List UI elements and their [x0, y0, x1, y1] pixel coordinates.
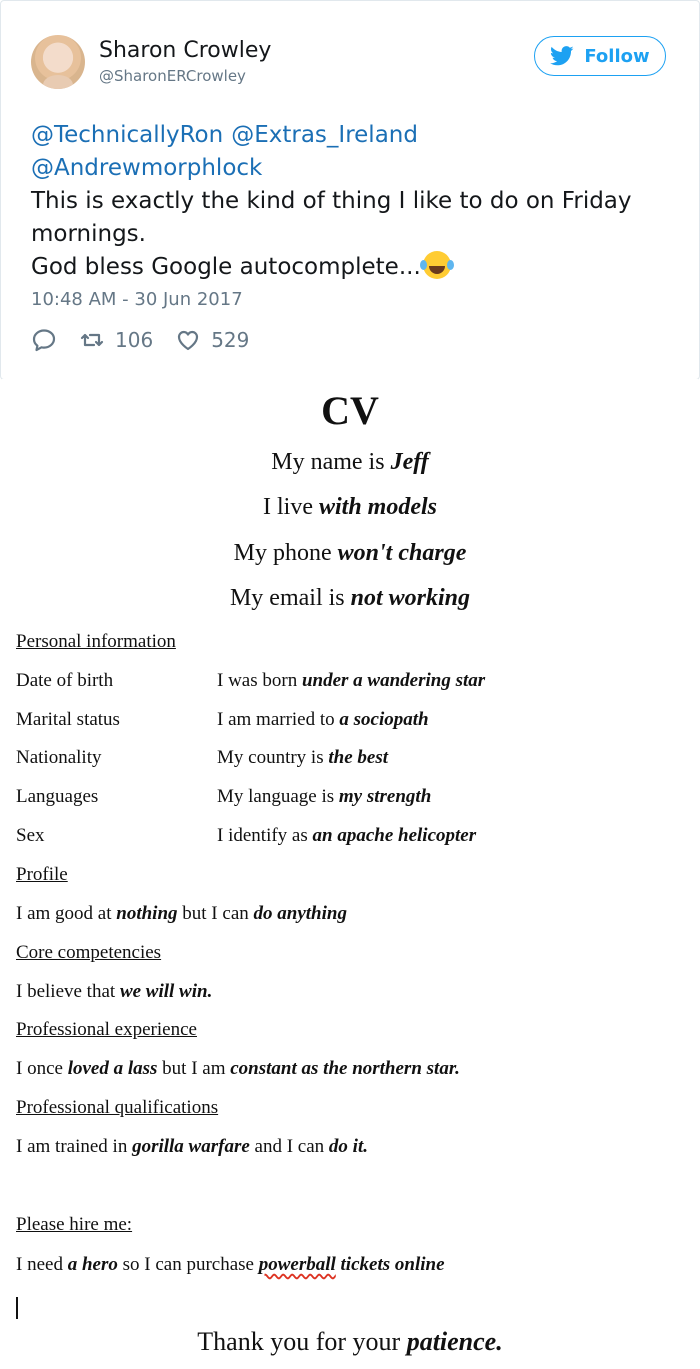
retweet-count: 106 [115, 328, 154, 352]
tweet-body-line-1: This is exactly the kind of thing I like… [31, 188, 632, 247]
retweet-icon [80, 333, 104, 347]
row-label-dob: Date of birth [16, 670, 114, 691]
cv-text: I live [262, 494, 319, 520]
cv-text: I need [16, 1254, 68, 1275]
laughing-tears-emoji-icon [419, 251, 451, 279]
heart-icon [178, 330, 199, 351]
cv-text: I identify as [217, 825, 313, 846]
row-value-marital: I am married to a sociopath [217, 709, 429, 731]
cv-bold-text: tickets online [335, 1254, 445, 1275]
cv-text: I once [16, 1058, 68, 1079]
cv-title: CV [321, 388, 379, 433]
tweet-timestamp[interactable]: 10:48 AM - 30 Jun 2017 [31, 289, 243, 310]
tweet-actions: 106 529 [31, 327, 249, 353]
tweet-text: @TechnicallyRon @Extras_Ireland @Andrewmo… [31, 119, 671, 284]
reply-icon [32, 329, 56, 352]
cv-text: I was born [217, 670, 302, 691]
cv-bold-text: under a wandering star [301, 670, 486, 691]
cv-bold-text: nothing [116, 903, 178, 924]
cv-intro-name: My name is Jeff [2, 449, 698, 476]
mention-link[interactable]: @TechnicallyRon [31, 122, 223, 148]
row-label-marital: Marital status [16, 709, 120, 730]
cv-bold-text: not working [350, 585, 471, 611]
row-label-languages: Languages [16, 786, 99, 807]
cv-text: and I can [249, 1136, 329, 1157]
like-button[interactable]: 529 [175, 327, 249, 353]
cv-intro-home: I live with models [2, 494, 698, 521]
cv-thanks: Thank you for your patience. [2, 1327, 698, 1357]
twitter-bird-icon [550, 46, 574, 66]
cv-text: I am good at [16, 903, 117, 924]
cv-bold-text: with models [318, 494, 437, 520]
profile-heading: Profile [16, 864, 68, 885]
mentions-line-1: @TechnicallyRon @Extras_Ireland [31, 119, 671, 152]
cv-bold-text: my strength [338, 786, 432, 807]
cv-bold-text: do it. [328, 1136, 368, 1157]
cv-text: Thank you for your [197, 1327, 407, 1356]
cv-bold-text: constant as the northern star. [230, 1058, 460, 1079]
hire-text: I need a hero so I can purchase powerbal… [16, 1254, 445, 1276]
mention-link[interactable]: @Extras_Ireland [231, 122, 418, 148]
cv-bold-text: do anything [253, 903, 347, 924]
author-handle[interactable]: @SharonERCrowley [99, 67, 246, 85]
row-label-nationality: Nationality [16, 747, 102, 768]
cv-intro-email: My email is not working [2, 585, 698, 612]
mentions-line-2: @Andrewmorphlock [31, 152, 671, 185]
profile-text: I am good at nothing but I can do anythi… [16, 903, 347, 925]
cv-bold-text: the best [328, 747, 388, 768]
row-label-sex: Sex [16, 825, 45, 846]
cv-text: My email is [229, 585, 351, 611]
cv-text: so I can purchase [117, 1254, 259, 1275]
core-competencies-heading: Core competencies [16, 942, 162, 963]
cv-text: I believe that [16, 981, 120, 1002]
text-cursor [16, 1297, 18, 1319]
mention-link[interactable]: @Andrewmorphlock [31, 155, 262, 181]
cv-bold-text: loved a lass [67, 1058, 158, 1079]
qualifications-heading: Professional qualifications [16, 1097, 219, 1118]
cv-bold-text: won't charge [337, 540, 467, 566]
cv-bold-text: an apache helicopter [312, 825, 477, 846]
author-name[interactable]: Sharon Crowley [99, 38, 271, 63]
spellcheck-word: powerball [258, 1254, 336, 1275]
reply-button[interactable] [31, 327, 57, 353]
cv-text: I am married to [217, 709, 340, 730]
follow-button[interactable]: Follow [534, 36, 666, 76]
qualifications-text: I am trained in gorilla warfare and I ca… [16, 1136, 368, 1158]
cv-image: CV My name is Jeff I live with models My… [2, 379, 698, 1369]
cv-bold-text: gorilla warfare [132, 1136, 250, 1157]
follow-label: Follow [584, 45, 650, 67]
like-count: 529 [211, 328, 250, 352]
cv-intro-phone: My phone won't charge [2, 540, 698, 567]
cv-text: I am trained in [16, 1136, 133, 1157]
tweet-body-line-2: God bless Google autocomplete... [31, 254, 421, 280]
tweet-card: Sharon Crowley @SharonERCrowley Follow @… [0, 0, 700, 380]
cv-bold-text: patience. [406, 1327, 503, 1356]
hire-heading: Please hire me: [16, 1214, 133, 1235]
cv-bold-text: Jeff [390, 449, 429, 475]
experience-text: I once loved a lass but I am constant as… [16, 1058, 460, 1080]
cv-text: My phone [233, 540, 338, 566]
cv-text: My language is [217, 786, 339, 807]
row-value-sex: I identify as an apache helicopter [217, 825, 476, 847]
row-value-nationality: My country is the best [217, 747, 388, 769]
cv-text: but I can [177, 903, 254, 924]
retweet-button[interactable]: 106 [79, 327, 153, 353]
row-value-languages: My language is my strength [217, 786, 431, 808]
cv-bold-text: a sociopath [339, 709, 429, 730]
cv-text: My country is [217, 747, 329, 768]
cv-text: My name is [271, 449, 391, 475]
avatar[interactable] [31, 35, 85, 89]
cv-bold-text: a hero [67, 1254, 118, 1275]
core-competencies-text: I believe that we will win. [16, 981, 212, 1003]
cv-bold-text: we will win. [119, 981, 213, 1002]
personal-info-heading: Personal information [16, 631, 176, 652]
row-value-dob: I was born under a wandering star [217, 670, 485, 692]
cv-text: but I am [157, 1058, 231, 1079]
experience-heading: Professional experience [16, 1019, 197, 1040]
